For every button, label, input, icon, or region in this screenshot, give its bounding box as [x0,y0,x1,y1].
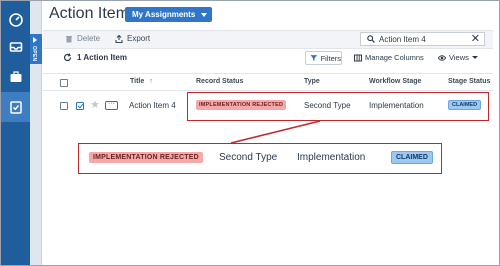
row-title[interactable]: Action Item 4 [129,101,176,110]
filter-icon [310,55,318,61]
search-icon [367,35,375,43]
export-button[interactable]: Export [115,34,150,43]
column-type[interactable]: Type [304,78,320,85]
caret-down-icon [471,56,478,59]
expand-arrow-icon [33,37,37,43]
column-title[interactable]: Title ↑ [130,78,153,85]
column-workflow-stage[interactable]: Workflow Stage [369,78,421,85]
trash-icon [66,35,72,42]
search-input[interactable] [379,34,469,44]
my-assignments-label: My Assignments [132,10,196,19]
callout-stage-status-badge: CLAIMED [391,151,433,164]
complete-checkbox-icon[interactable] [76,102,84,110]
select-all-checkbox[interactable] [60,79,68,87]
row-highlight-outline [187,92,489,121]
clear-search-icon[interactable]: ✕ [471,33,480,45]
zoomed-callout: IMPLEMENTATION REJECTED Second Type Impl… [78,143,442,174]
eye-icon [438,54,446,61]
inbox-icon[interactable] [1,32,30,62]
table-header: Title ↑ Record Status Type Workflow Stag… [43,73,493,91]
item-count-label: 1 Action Item [77,53,127,62]
delete-label: Delete [77,34,101,43]
sort-ascending-icon: ↑ [149,78,153,85]
callout-type: Second Type [219,152,278,163]
search-box: ✕ [360,32,485,46]
page-title: Action Items [49,5,138,22]
left-nav [1,1,30,265]
my-assignments-dropdown[interactable]: My Assignments [125,7,212,22]
column-record-status[interactable]: Record Status [196,78,243,85]
views-label: Views [449,53,469,62]
export-label: Export [127,34,151,43]
briefcase-icon[interactable] [1,62,30,92]
more-actions-button[interactable]: ··· [105,100,118,110]
column-stage-status[interactable]: Stage Status [448,78,490,85]
caret-down-icon [201,12,208,17]
star-icon[interactable]: ★ [90,99,100,111]
open-label: OPEN [31,46,37,62]
export-icon [115,34,123,43]
open-panel-tab[interactable]: OPEN [30,34,42,64]
callout-workflow-stage: Implementation [297,152,366,163]
column-title-label: Title [130,78,145,85]
dashboard-icon[interactable] [1,5,30,35]
row-checkbox[interactable] [60,102,68,110]
filters-label: Filters [320,53,341,63]
views-dropdown[interactable]: Views [438,53,478,62]
checklist-icon[interactable] [1,92,30,122]
item-count: 1 Action Item [63,53,127,62]
refresh-icon[interactable] [63,53,72,62]
manage-columns-button[interactable]: Manage Columns [354,53,424,62]
filters-button[interactable]: Filters [305,51,342,65]
delete-button[interactable]: Delete [65,34,100,43]
manage-columns-label: Manage Columns [365,53,424,62]
callout-record-status-badge: IMPLEMENTATION REJECTED [89,152,203,163]
columns-icon [354,54,362,61]
